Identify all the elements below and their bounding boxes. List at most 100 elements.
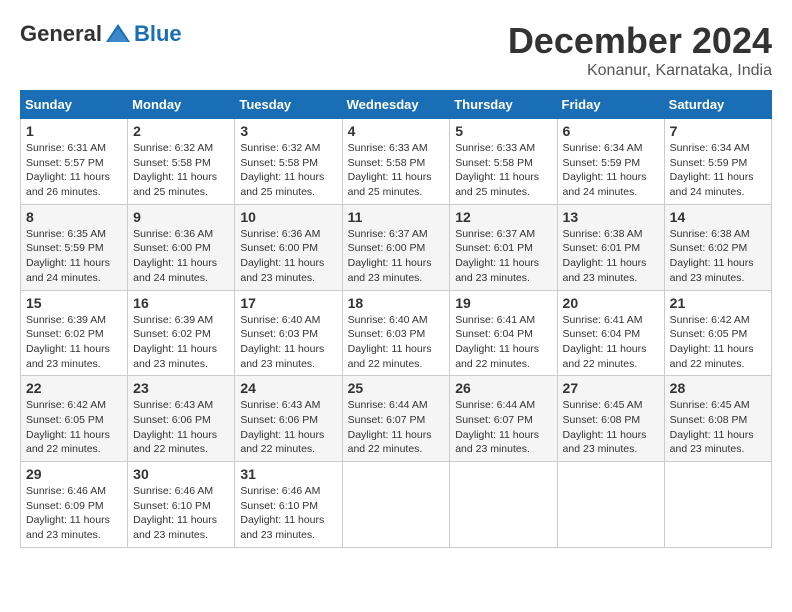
day-info: Sunrise: 6:41 AM Sunset: 6:04 PM Dayligh… bbox=[455, 313, 551, 372]
calendar-table: SundayMondayTuesdayWednesdayThursdayFrid… bbox=[20, 90, 772, 548]
day-cell-2: 2 Sunrise: 6:32 AM Sunset: 5:58 PM Daylig… bbox=[128, 119, 235, 205]
day-info: Sunrise: 6:32 AM Sunset: 5:58 PM Dayligh… bbox=[133, 141, 229, 200]
day-info: Sunrise: 6:43 AM Sunset: 6:06 PM Dayligh… bbox=[240, 398, 336, 457]
day-number: 25 bbox=[348, 380, 445, 396]
day-info: Sunrise: 6:40 AM Sunset: 6:03 PM Dayligh… bbox=[348, 313, 445, 372]
calendar-week-1: 1 Sunrise: 6:31 AM Sunset: 5:57 PM Daylig… bbox=[21, 119, 772, 205]
day-number: 19 bbox=[455, 295, 551, 311]
day-info: Sunrise: 6:41 AM Sunset: 6:04 PM Dayligh… bbox=[563, 313, 659, 372]
day-number: 4 bbox=[348, 123, 445, 139]
day-info: Sunrise: 6:46 AM Sunset: 6:09 PM Dayligh… bbox=[26, 484, 122, 543]
day-cell-4: 4 Sunrise: 6:33 AM Sunset: 5:58 PM Daylig… bbox=[342, 119, 450, 205]
day-info: Sunrise: 6:46 AM Sunset: 6:10 PM Dayligh… bbox=[133, 484, 229, 543]
day-cell-25: 25 Sunrise: 6:44 AM Sunset: 6:07 PM Dayli… bbox=[342, 376, 450, 462]
col-header-wednesday: Wednesday bbox=[342, 91, 450, 119]
day-number: 14 bbox=[670, 209, 766, 225]
day-number: 18 bbox=[348, 295, 445, 311]
day-info: Sunrise: 6:45 AM Sunset: 6:08 PM Dayligh… bbox=[563, 398, 659, 457]
day-info: Sunrise: 6:44 AM Sunset: 6:07 PM Dayligh… bbox=[455, 398, 551, 457]
day-cell-7: 7Sunrise: 6:34 AM Sunset: 5:59 PM Daylig… bbox=[664, 119, 771, 205]
day-info: Sunrise: 6:38 AM Sunset: 6:01 PM Dayligh… bbox=[563, 227, 659, 286]
col-header-thursday: Thursday bbox=[450, 91, 557, 119]
day-number: 10 bbox=[240, 209, 336, 225]
day-cell-17: 17 Sunrise: 6:40 AM Sunset: 6:03 PM Dayli… bbox=[235, 290, 342, 376]
day-info: Sunrise: 6:34 AM Sunset: 5:59 PM Dayligh… bbox=[563, 141, 659, 200]
day-number: 21 bbox=[670, 295, 766, 311]
day-info: Sunrise: 6:36 AM Sunset: 6:00 PM Dayligh… bbox=[133, 227, 229, 286]
empty-cell bbox=[664, 462, 771, 548]
page-header: General Blue December 2024 Konanur, Karn… bbox=[20, 20, 772, 80]
day-cell-31: 31 Sunrise: 6:46 AM Sunset: 6:10 PM Dayli… bbox=[235, 462, 342, 548]
day-number: 3 bbox=[240, 123, 336, 139]
day-info: Sunrise: 6:45 AM Sunset: 6:08 PM Dayligh… bbox=[670, 398, 766, 457]
col-header-monday: Monday bbox=[128, 91, 235, 119]
day-number: 29 bbox=[26, 466, 122, 482]
day-number: 23 bbox=[133, 380, 229, 396]
logo-icon bbox=[104, 20, 132, 48]
empty-cell bbox=[557, 462, 664, 548]
day-info: Sunrise: 6:44 AM Sunset: 6:07 PM Dayligh… bbox=[348, 398, 445, 457]
day-cell-3: 3 Sunrise: 6:32 AM Sunset: 5:58 PM Daylig… bbox=[235, 119, 342, 205]
day-cell-20: 20 Sunrise: 6:41 AM Sunset: 6:04 PM Dayli… bbox=[557, 290, 664, 376]
day-cell-14: 14Sunrise: 6:38 AM Sunset: 6:02 PM Dayli… bbox=[664, 204, 771, 290]
logo: General Blue bbox=[20, 20, 182, 48]
day-number: 6 bbox=[563, 123, 659, 139]
day-cell-11: 11Sunrise: 6:37 AM Sunset: 6:00 PM Dayli… bbox=[342, 204, 450, 290]
day-number: 15 bbox=[26, 295, 122, 311]
calendar-week-2: 8Sunrise: 6:35 AM Sunset: 5:59 PM Daylig… bbox=[21, 204, 772, 290]
day-cell-23: 23 Sunrise: 6:43 AM Sunset: 6:06 PM Dayli… bbox=[128, 376, 235, 462]
day-cell-15: 15 Sunrise: 6:39 AM Sunset: 6:02 PM Dayli… bbox=[21, 290, 128, 376]
day-cell-18: 18 Sunrise: 6:40 AM Sunset: 6:03 PM Dayli… bbox=[342, 290, 450, 376]
col-header-friday: Friday bbox=[557, 91, 664, 119]
day-number: 24 bbox=[240, 380, 336, 396]
day-cell-16: 16Sunrise: 6:39 AM Sunset: 6:02 PM Dayli… bbox=[128, 290, 235, 376]
day-info: Sunrise: 6:46 AM Sunset: 6:10 PM Dayligh… bbox=[240, 484, 336, 543]
day-cell-27: 27 Sunrise: 6:45 AM Sunset: 6:08 PM Dayli… bbox=[557, 376, 664, 462]
day-info: Sunrise: 6:37 AM Sunset: 6:01 PM Dayligh… bbox=[455, 227, 551, 286]
day-number: 20 bbox=[563, 295, 659, 311]
day-cell-30: 30 Sunrise: 6:46 AM Sunset: 6:10 PM Dayli… bbox=[128, 462, 235, 548]
month-title: December 2024 bbox=[508, 20, 772, 62]
day-cell-13: 13Sunrise: 6:38 AM Sunset: 6:01 PM Dayli… bbox=[557, 204, 664, 290]
day-number: 1 bbox=[26, 123, 122, 139]
day-cell-29: 29 Sunrise: 6:46 AM Sunset: 6:09 PM Dayli… bbox=[21, 462, 128, 548]
day-info: Sunrise: 6:36 AM Sunset: 6:00 PM Dayligh… bbox=[240, 227, 336, 286]
day-cell-19: 19 Sunrise: 6:41 AM Sunset: 6:04 PM Dayli… bbox=[450, 290, 557, 376]
day-number: 16 bbox=[133, 295, 229, 311]
day-info: Sunrise: 6:32 AM Sunset: 5:58 PM Dayligh… bbox=[240, 141, 336, 200]
calendar-week-4: 22Sunrise: 6:42 AM Sunset: 6:05 PM Dayli… bbox=[21, 376, 772, 462]
day-cell-22: 22Sunrise: 6:42 AM Sunset: 6:05 PM Dayli… bbox=[21, 376, 128, 462]
day-number: 17 bbox=[240, 295, 336, 311]
day-info: Sunrise: 6:42 AM Sunset: 6:05 PM Dayligh… bbox=[26, 398, 122, 457]
day-cell-28: 28Sunrise: 6:45 AM Sunset: 6:08 PM Dayli… bbox=[664, 376, 771, 462]
day-cell-5: 5Sunrise: 6:33 AM Sunset: 5:58 PM Daylig… bbox=[450, 119, 557, 205]
day-number: 30 bbox=[133, 466, 229, 482]
day-info: Sunrise: 6:31 AM Sunset: 5:57 PM Dayligh… bbox=[26, 141, 122, 200]
title-block: December 2024 Konanur, Karnataka, India bbox=[508, 20, 772, 80]
day-info: Sunrise: 6:34 AM Sunset: 5:59 PM Dayligh… bbox=[670, 141, 766, 200]
day-number: 31 bbox=[240, 466, 336, 482]
day-cell-8: 8Sunrise: 6:35 AM Sunset: 5:59 PM Daylig… bbox=[21, 204, 128, 290]
calendar-week-5: 29 Sunrise: 6:46 AM Sunset: 6:09 PM Dayli… bbox=[21, 462, 772, 548]
col-header-sunday: Sunday bbox=[21, 91, 128, 119]
day-info: Sunrise: 6:42 AM Sunset: 6:05 PM Dayligh… bbox=[670, 313, 766, 372]
day-info: Sunrise: 6:39 AM Sunset: 6:02 PM Dayligh… bbox=[26, 313, 122, 372]
calendar-header: SundayMondayTuesdayWednesdayThursdayFrid… bbox=[21, 91, 772, 119]
day-number: 27 bbox=[563, 380, 659, 396]
location-text: Konanur, Karnataka, India bbox=[508, 62, 772, 80]
day-number: 9 bbox=[133, 209, 229, 225]
day-cell-1: 1 Sunrise: 6:31 AM Sunset: 5:57 PM Daylig… bbox=[21, 119, 128, 205]
empty-cell bbox=[450, 462, 557, 548]
day-info: Sunrise: 6:33 AM Sunset: 5:58 PM Dayligh… bbox=[348, 141, 445, 200]
day-info: Sunrise: 6:40 AM Sunset: 6:03 PM Dayligh… bbox=[240, 313, 336, 372]
day-number: 2 bbox=[133, 123, 229, 139]
day-cell-12: 12 Sunrise: 6:37 AM Sunset: 6:01 PM Dayli… bbox=[450, 204, 557, 290]
day-number: 12 bbox=[455, 209, 551, 225]
day-number: 8 bbox=[26, 209, 122, 225]
day-cell-26: 26Sunrise: 6:44 AM Sunset: 6:07 PM Dayli… bbox=[450, 376, 557, 462]
col-header-saturday: Saturday bbox=[664, 91, 771, 119]
empty-cell bbox=[342, 462, 450, 548]
day-cell-24: 24 Sunrise: 6:43 AM Sunset: 6:06 PM Dayli… bbox=[235, 376, 342, 462]
day-info: Sunrise: 6:43 AM Sunset: 6:06 PM Dayligh… bbox=[133, 398, 229, 457]
day-cell-10: 10 Sunrise: 6:36 AM Sunset: 6:00 PM Dayli… bbox=[235, 204, 342, 290]
